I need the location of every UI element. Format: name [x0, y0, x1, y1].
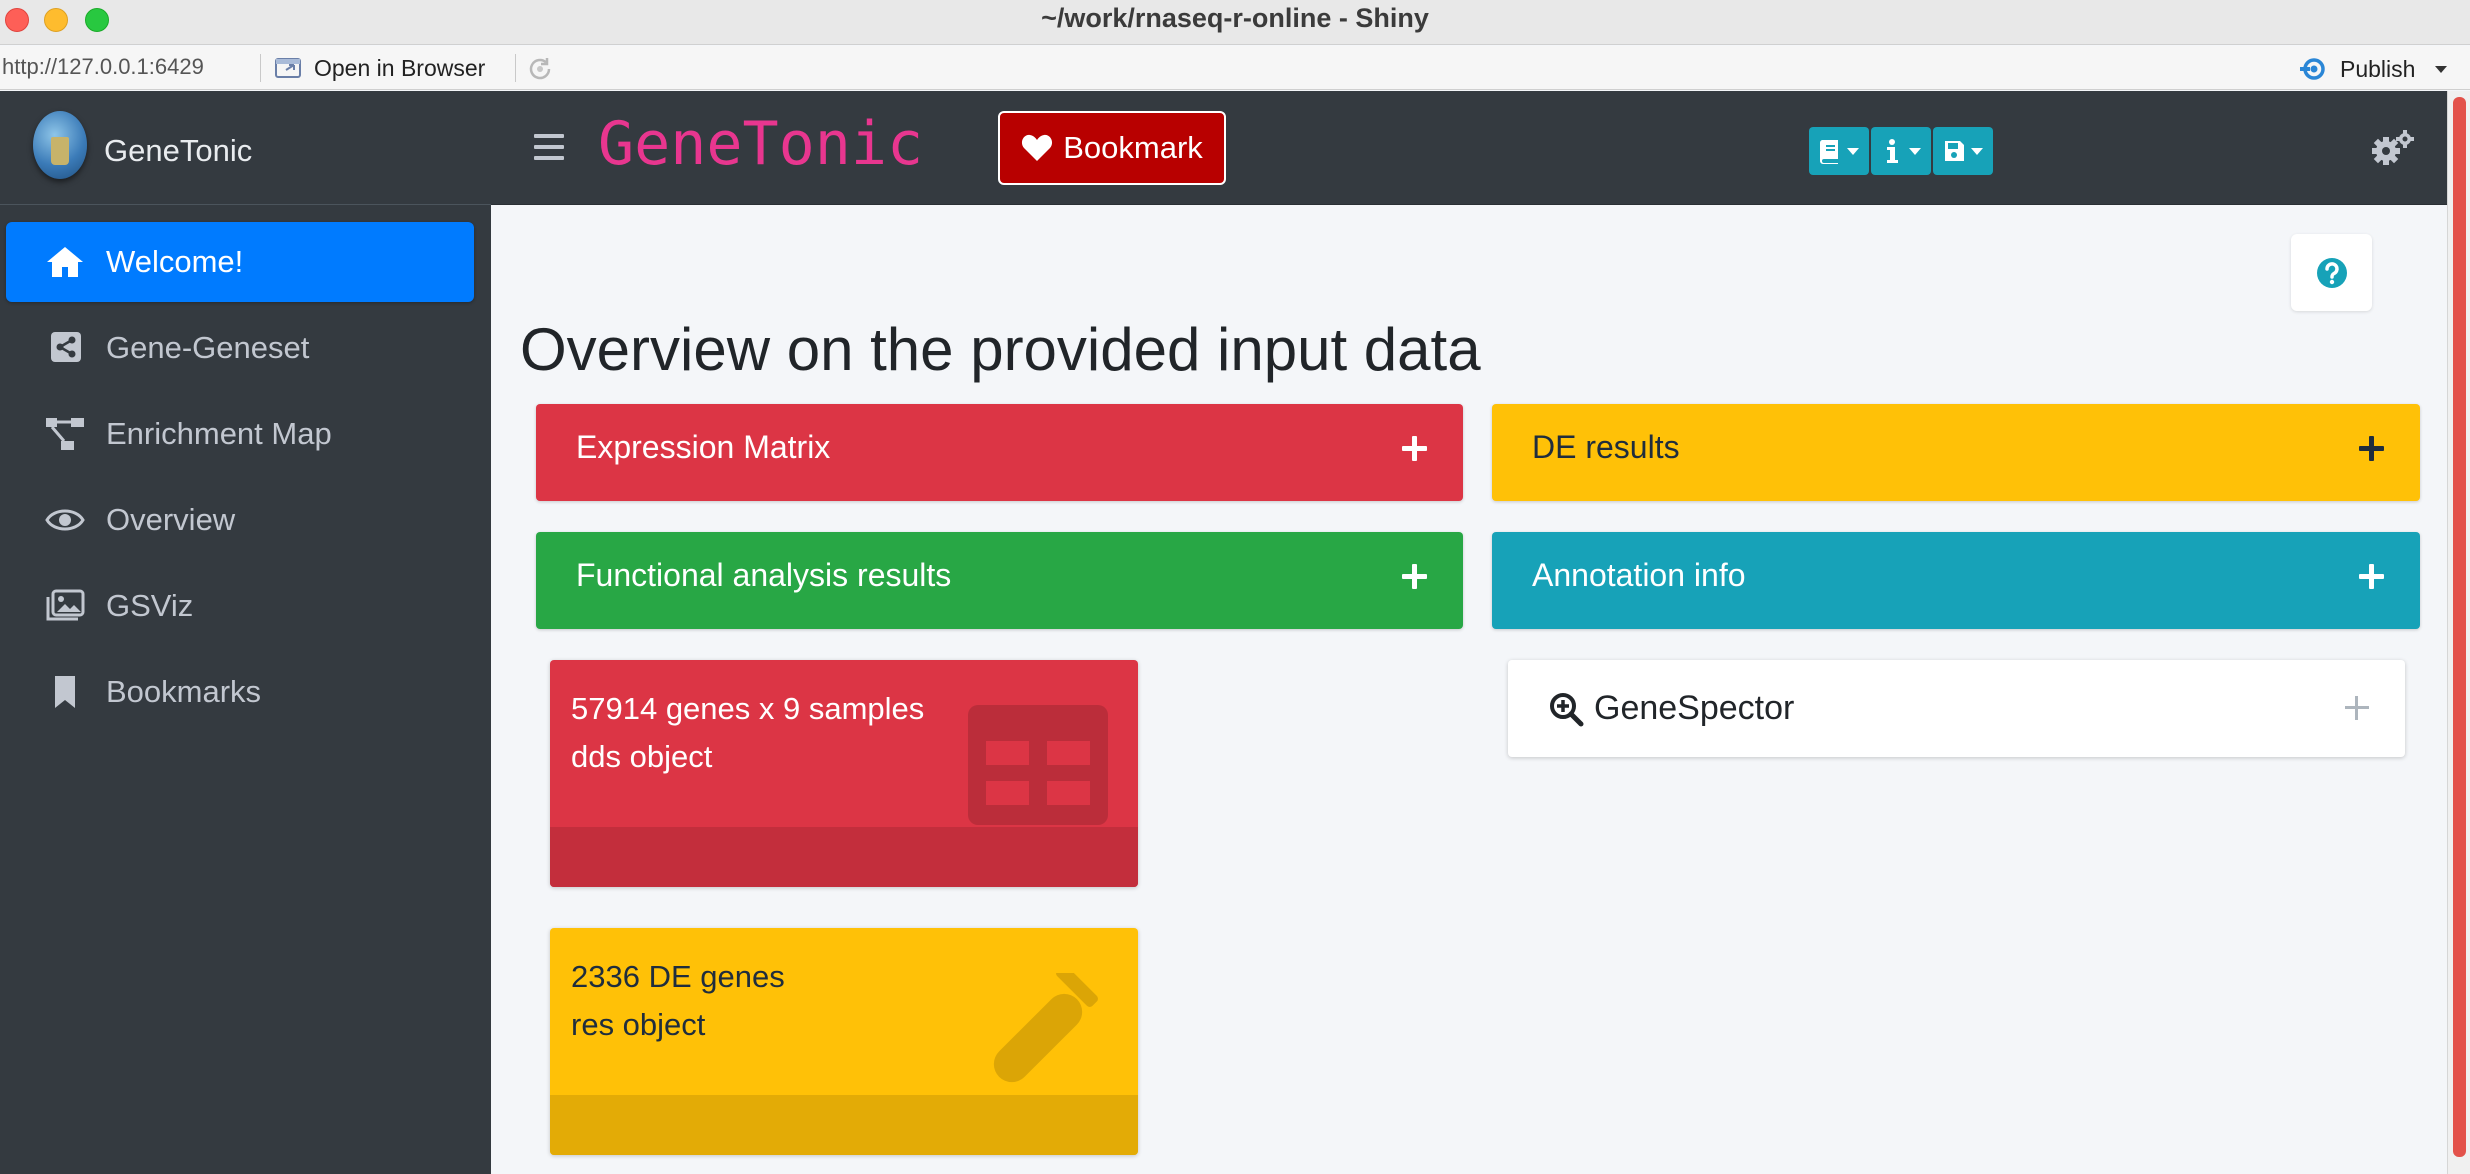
- expand-plus-icon[interactable]: [1400, 434, 1430, 464]
- sidebar-nav: Welcome! Gene-Geneset Enrichment Map Ove…: [6, 222, 474, 738]
- open-in-browser-label: Open in Browser: [314, 54, 486, 81]
- info-icon: [1887, 139, 1898, 163]
- main-content: Overview on the provided input data Expr…: [491, 205, 2447, 1174]
- functional-analysis-card[interactable]: Functional analysis results: [536, 532, 1463, 629]
- hamburger-menu-icon[interactable]: [534, 134, 564, 160]
- top-navbar: GeneTonic Bookmark: [491, 91, 2447, 205]
- scrollbar-thumb[interactable]: [2453, 97, 2466, 1157]
- publish-icon: [2300, 58, 2325, 80]
- chevron-down-icon: [1909, 147, 1921, 155]
- save-icon: [1945, 141, 1964, 161]
- info-dropdown-button[interactable]: [1871, 127, 1931, 175]
- expand-plus-icon[interactable]: [2342, 693, 2372, 723]
- project-diagram-icon: [44, 416, 86, 452]
- chevron-down-icon: [1847, 147, 1859, 155]
- sidebar-item-gene-geneset[interactable]: Gene-Geneset: [6, 308, 474, 388]
- publish-label: Publish: [2340, 55, 2416, 82]
- box-footer: [550, 827, 1138, 887]
- url-text: http://127.0.0.1:6429: [2, 54, 204, 79]
- expand-plus-icon[interactable]: [2357, 434, 2387, 464]
- book-icon: [1819, 140, 1838, 164]
- sidebar-item-bookmarks[interactable]: Bookmarks: [6, 652, 474, 732]
- sidebar-item-enrichment-map[interactable]: Enrichment Map: [6, 394, 474, 474]
- expand-plus-icon[interactable]: [2357, 562, 2387, 592]
- refresh-icon[interactable]: [525, 54, 555, 84]
- docs-dropdown-button[interactable]: [1809, 127, 1869, 175]
- annotation-info-card[interactable]: Annotation info: [1492, 532, 2420, 629]
- window-titlebar: ~/work/rnaseq-r-online - Shiny: [0, 0, 2470, 45]
- bookmark-icon: [44, 674, 86, 710]
- share-square-icon: [44, 330, 86, 366]
- dds-info-box: 57914 genes x 9 samples dds object: [550, 660, 1138, 887]
- search-plus-icon: [1550, 692, 1584, 726]
- sidebar: GeneTonic Welcome! Gene-Geneset Enrichme…: [0, 91, 491, 1174]
- expand-plus-icon[interactable]: [1400, 562, 1430, 592]
- app-title: GeneTonic: [598, 109, 924, 179]
- divider: [515, 54, 516, 82]
- genetonic-logo: [33, 111, 87, 179]
- sidebar-item-label: Enrichment Map: [106, 416, 332, 451]
- gears-icon[interactable]: [2371, 129, 2415, 167]
- de-results-card[interactable]: DE results: [1492, 404, 2420, 501]
- expression-matrix-card[interactable]: Expression Matrix: [536, 404, 1463, 501]
- bookmark-label: Bookmark: [1063, 130, 1203, 165]
- table-icon: [968, 705, 1108, 825]
- card-title: Annotation info: [1532, 557, 1746, 593]
- sidebar-item-label: Bookmarks: [106, 674, 262, 709]
- box-footer: [550, 1095, 1138, 1155]
- res-info-box: 2336 DE genes res object: [550, 928, 1138, 1155]
- question-circle-icon: [2316, 257, 2347, 288]
- sidebar-item-label: GSViz: [106, 588, 194, 623]
- publish-button[interactable]: Publish: [2298, 53, 2448, 85]
- bookmark-button[interactable]: Bookmark: [998, 111, 1226, 185]
- divider: [260, 54, 261, 82]
- sidebar-item-welcome[interactable]: Welcome!: [6, 222, 474, 302]
- window-title: ~/work/rnaseq-r-online - Shiny: [1041, 3, 1429, 33]
- heart-icon: [1022, 134, 1053, 161]
- chevron-down-icon[interactable]: [2435, 65, 2448, 73]
- help-button[interactable]: [2291, 234, 2372, 311]
- sidebar-item-gsviz[interactable]: GSViz: [6, 566, 474, 646]
- save-dropdown-button[interactable]: [1933, 127, 1993, 175]
- card-title: Functional analysis results: [576, 557, 952, 593]
- card-title: Expression Matrix: [576, 429, 831, 465]
- eye-icon: [44, 502, 86, 538]
- sidebar-item-overview[interactable]: Overview: [6, 480, 474, 560]
- vial-icon: [993, 973, 1098, 1083]
- images-icon: [44, 588, 86, 624]
- open-in-browser-button[interactable]: Open in Browser: [274, 52, 485, 84]
- genespector-card[interactable]: GeneSpector: [1508, 660, 2405, 757]
- toolbar-dropdowns: [1809, 127, 1993, 175]
- page-title: Overview on the provided input data: [520, 316, 1481, 383]
- browser-window-icon: [275, 58, 301, 78]
- sidebar-item-label: Gene-Geneset: [106, 330, 310, 365]
- address-bar: http://127.0.0.1:6429 Open in Browser Pu…: [0, 46, 2470, 90]
- brand[interactable]: GeneTonic: [0, 91, 491, 205]
- sidebar-item-label: Overview: [106, 502, 236, 537]
- brand-text: GeneTonic: [104, 133, 253, 168]
- vertical-scrollbar[interactable]: [2447, 91, 2470, 1174]
- home-icon: [44, 244, 86, 280]
- sidebar-item-label: Welcome!: [106, 244, 244, 279]
- card-title: DE results: [1532, 429, 1680, 465]
- genespector-title: GeneSpector: [1594, 689, 1795, 727]
- chevron-down-icon: [1971, 147, 1983, 155]
